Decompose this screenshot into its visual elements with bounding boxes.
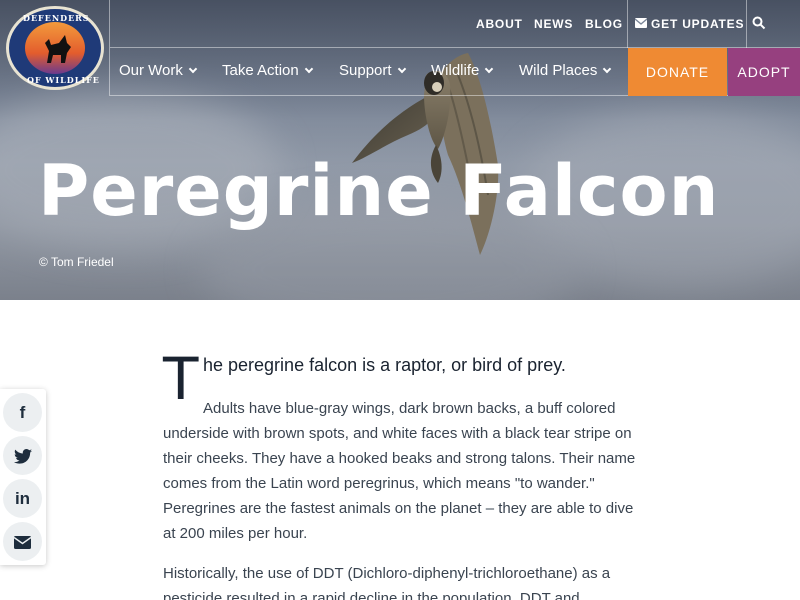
news-link[interactable]: NEWS: [534, 17, 573, 31]
nav-label: Wildlife: [431, 62, 480, 79]
nav-take-action[interactable]: Take Action: [222, 62, 313, 79]
email-share-button[interactable]: [3, 522, 42, 561]
facebook-icon: f: [19, 403, 26, 422]
nav-label: Take Action: [222, 62, 299, 79]
nav-support[interactable]: Support: [339, 62, 406, 79]
article-paragraph: Adults have blue-gray wings, dark brown …: [163, 396, 643, 546]
twitter-icon: [13, 449, 32, 464]
get-updates-label: GET UPDATES: [651, 17, 745, 31]
nav-label: Wild Places: [519, 62, 598, 79]
logo-bottom-text: OF WILDLIFE: [27, 75, 100, 85]
email-icon: [13, 536, 32, 549]
chevron-down-icon: [304, 64, 313, 74]
nav-our-work[interactable]: Our Work: [119, 62, 198, 79]
linkedin-icon: in: [14, 489, 31, 508]
get-updates-link[interactable]: GET UPDATES: [634, 17, 745, 31]
chevron-down-icon: [188, 64, 198, 74]
envelope-icon: [634, 18, 648, 28]
chevron-down-icon: [485, 64, 494, 74]
search-icon[interactable]: [752, 16, 766, 30]
paragraph-text: Adults have blue-gray wings, dark brown …: [163, 400, 636, 542]
blog-link[interactable]: BLOG: [585, 17, 623, 31]
wolf-icon: [45, 35, 71, 63]
about-link[interactable]: ABOUT: [476, 17, 523, 31]
logo-emblem: DEFENDERS OF WILDLIFE: [6, 6, 104, 90]
logo-top-text: DEFENDERS: [23, 13, 90, 23]
chevron-down-icon: [397, 64, 406, 74]
linkedin-share-button[interactable]: in: [3, 479, 42, 518]
chevron-down-icon: [603, 64, 612, 74]
nav-label: Our Work: [119, 62, 183, 79]
facebook-share-button[interactable]: f: [3, 393, 42, 432]
share-bar: f in: [0, 389, 46, 565]
nav-wild-places[interactable]: Wild Places: [519, 62, 612, 79]
page-title: Peregrine Falcon: [38, 150, 720, 232]
nav-wildlife[interactable]: Wildlife: [431, 62, 494, 79]
donate-button[interactable]: DONATE: [628, 48, 727, 96]
photo-credit: © Tom Friedel: [39, 255, 114, 269]
adopt-button[interactable]: ADOPT: [728, 48, 800, 96]
twitter-share-button[interactable]: [3, 436, 42, 475]
article-lede: he peregrine falcon is a raptor, or bird…: [203, 355, 566, 375]
site-logo[interactable]: DEFENDERS OF WILDLIFE: [0, 0, 110, 96]
nav-label: Support: [339, 62, 392, 79]
utility-bar: ABOUT NEWS BLOG GET UPDATES: [110, 0, 800, 48]
page: DEFENDERS OF WILDLIFE ABOUT NEWS BLOG GE…: [0, 0, 800, 600]
article-paragraph: Historically, the use of DDT (Dichloro-d…: [163, 565, 611, 600]
